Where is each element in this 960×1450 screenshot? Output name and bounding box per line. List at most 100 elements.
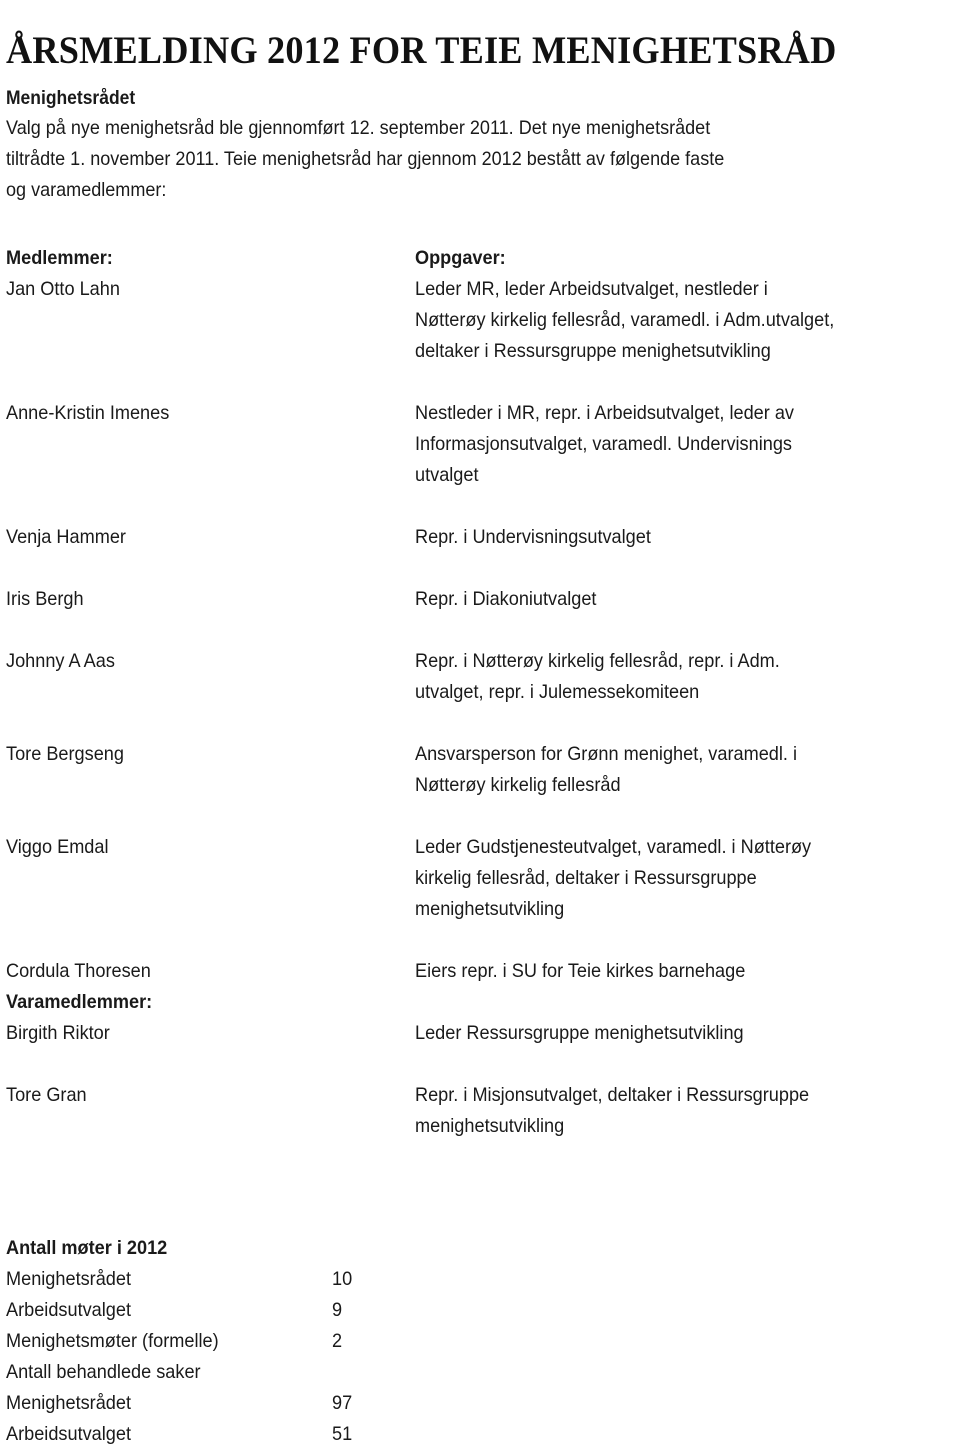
- row-gap: [6, 491, 954, 522]
- task-line: Repr. i Diakoniutvalget: [415, 588, 597, 610]
- row-gap: [6, 367, 954, 398]
- summary-row: Menighetsrådet 10: [6, 1264, 506, 1295]
- summary-row: Arbeidsutvalget 51: [6, 1419, 506, 1450]
- summary-value: 9: [332, 1299, 343, 1321]
- member-name-cell: Iris Bergh: [6, 584, 415, 615]
- table-row: Tore Bergseng Ansvarsperson for Grønn me…: [6, 739, 954, 801]
- summary-label: Menighetsmøter (formelle): [6, 1330, 219, 1352]
- task-line: Eiers repr. i SU for Teie kirkes barneha…: [415, 960, 746, 982]
- member-name-cell: Venja Hammer: [6, 522, 415, 553]
- member-name-cell: Tore Gran: [6, 1080, 415, 1111]
- intro-paragraph-line-2: tiltrådte 1. november 2011. Teie menighe…: [6, 148, 725, 170]
- member-name: Cordula Thoresen: [6, 960, 151, 982]
- summary-value: 97: [332, 1392, 353, 1414]
- row-gap: [6, 925, 954, 956]
- task-line: Leder Gudstjenesteutvalget, varamedl. i …: [415, 836, 812, 858]
- table-header-row: Medlemmer: Oppgaver:: [6, 243, 954, 274]
- member-name: Venja Hammer: [6, 526, 126, 548]
- task-line: Nøtterøy kirkelig fellesråd: [415, 774, 621, 796]
- task-line: deltaker i Ressursgruppe menighetsutvikl…: [415, 340, 771, 362]
- varamedlemmer-section-header-row: Varamedlemmer:: [6, 987, 954, 1018]
- member-name: Tore Bergseng: [6, 743, 124, 765]
- table-row: Viggo Emdal Leder Gudstjenesteutvalget, …: [6, 832, 954, 925]
- member-task-cell: Nestleder i MR, repr. i Arbeidsutvalget,…: [415, 398, 954, 491]
- summary-row: Menighetsrådet 97: [6, 1388, 506, 1419]
- column-header-tasks: Oppgaver:: [415, 247, 506, 269]
- member-task-cell: Leder Gudstjenesteutvalget, varamedl. i …: [415, 832, 954, 925]
- task-line: menighetsutvikling: [415, 1115, 565, 1137]
- varamedlemmer-header: Varamedlemmer:: [6, 991, 153, 1013]
- table-row: Venja Hammer Repr. i Undervisningsutvalg…: [6, 522, 954, 553]
- member-name: Viggo Emdal: [6, 836, 109, 858]
- member-task-cell: Leder Ressursgruppe menighetsutvikling: [415, 1018, 954, 1049]
- member-name-cell: Birgith Riktor: [6, 1018, 415, 1049]
- varamedlemmer-header-task-cell: [415, 987, 954, 1018]
- task-line: Repr. i Misjonsutvalget, deltaker i Ress…: [415, 1084, 810, 1106]
- summary-label: Menighetsrådet: [6, 1268, 132, 1290]
- member-name: Jan Otto Lahn: [6, 278, 120, 300]
- task-line: Nestleder i MR, repr. i Arbeidsutvalget,…: [415, 402, 795, 424]
- row-gap: [6, 1049, 954, 1080]
- member-name-cell: Anne-Kristin Imenes: [6, 398, 415, 429]
- column-members: Medlemmer:: [6, 243, 415, 274]
- task-line: Repr. i Nøtterøy kirkelig fellesråd, rep…: [415, 650, 780, 672]
- task-line: utvalget: [415, 464, 479, 486]
- row-gap: [6, 615, 954, 646]
- members-table: Medlemmer: Oppgaver: Jan Otto Lahn Leder…: [6, 243, 954, 1142]
- table-row: Anne-Kristin Imenes Nestleder i MR, repr…: [6, 398, 954, 491]
- member-task-cell: Repr. i Diakoniutvalget: [415, 584, 954, 615]
- document-page: ÅRSMELDING 2012 FOR TEIE MENIGHETSRÅD Me…: [0, 0, 960, 1449]
- member-task-cell: Ansvarsperson for Grønn menighet, varame…: [415, 739, 954, 801]
- member-name-cell: Cordula Thoresen: [6, 956, 415, 987]
- member-name: Iris Bergh: [6, 588, 84, 610]
- table-row: Birgith Riktor Leder Ressursgruppe menig…: [6, 1018, 954, 1049]
- intro-section: Menighetsrådet Valg på nye menighetsråd …: [6, 86, 942, 206]
- summary-row: Arbeidsutvalget 9: [6, 1295, 506, 1326]
- member-name-cell: Tore Bergseng: [6, 739, 415, 770]
- task-line: Leder MR, leder Arbeidsutvalget, nestled…: [415, 278, 768, 300]
- task-line: Repr. i Undervisningsutvalget: [415, 526, 651, 548]
- table-row: Tore Gran Repr. i Misjonsutvalget, delta…: [6, 1080, 954, 1142]
- empty-cell: [415, 987, 954, 1018]
- intro-paragraph-line-1: Valg på nye menighetsråd ble gjennomført…: [6, 117, 711, 139]
- column-header-members: Medlemmer:: [6, 247, 113, 269]
- member-task-cell: Repr. i Misjonsutvalget, deltaker i Ress…: [415, 1080, 954, 1142]
- row-gap: [6, 801, 954, 832]
- task-line: Ansvarsperson for Grønn menighet, varame…: [415, 743, 798, 765]
- row-gap: [6, 553, 954, 584]
- member-name: Tore Gran: [6, 1084, 87, 1106]
- task-line: menighetsutvikling: [415, 898, 565, 920]
- task-line: kirkelig fellesråd, deltaker i Ressursgr…: [415, 867, 757, 889]
- summary-value: 51: [332, 1423, 353, 1445]
- member-task-cell: Repr. i Nøtterøy kirkelig fellesråd, rep…: [415, 646, 954, 708]
- table-row: Johnny A Aas Repr. i Nøtterøy kirkelig f…: [6, 646, 954, 708]
- summary-row: Antall behandlede saker: [6, 1357, 506, 1388]
- task-line: utvalget, repr. i Julemessekomiteen: [415, 681, 700, 703]
- summary-value: 10: [332, 1268, 353, 1290]
- summary-title: Antall møter i 2012: [6, 1237, 168, 1259]
- task-line: Informasjonsutvalget, varamedl. Undervis…: [415, 433, 792, 455]
- member-name: Johnny A Aas: [6, 650, 115, 672]
- column-tasks: Oppgaver:: [415, 243, 954, 274]
- member-name: Birgith Riktor: [6, 1022, 110, 1044]
- varamedlemmer-header-cell: Varamedlemmer:: [6, 987, 415, 1018]
- summary-label: Arbeidsutvalget: [6, 1423, 132, 1445]
- task-line: Nøtterøy kirkelig fellesråd, varamedl. i…: [415, 309, 835, 331]
- summary-label: Menighetsrådet: [6, 1392, 132, 1414]
- row-gap: [6, 708, 954, 739]
- member-task-cell: Eiers repr. i SU for Teie kirkes barneha…: [415, 956, 954, 987]
- summary-label: Antall behandlede saker: [6, 1361, 201, 1383]
- task-line: Leder Ressursgruppe menighetsutvikling: [415, 1022, 744, 1044]
- member-name-cell: Jan Otto Lahn: [6, 274, 415, 305]
- table-row: Iris Bergh Repr. i Diakoniutvalget: [6, 584, 954, 615]
- summary-row: Menighetsmøter (formelle) 2: [6, 1326, 506, 1357]
- summary-label: Arbeidsutvalget: [6, 1299, 132, 1321]
- intro-paragraph-line-3: og varamedlemmer:: [6, 179, 167, 201]
- table-row: Cordula Thoresen Eiers repr. i SU for Te…: [6, 956, 954, 987]
- member-task-cell: Leder MR, leder Arbeidsutvalget, nestled…: [415, 274, 954, 367]
- intro-heading: Menighetsrådet: [6, 88, 136, 109]
- page-title: ÅRSMELDING 2012 FOR TEIE MENIGHETSRÅD: [6, 29, 837, 73]
- member-name: Anne-Kristin Imenes: [6, 402, 170, 424]
- member-name-cell: Viggo Emdal: [6, 832, 415, 863]
- member-name-cell: Johnny A Aas: [6, 646, 415, 677]
